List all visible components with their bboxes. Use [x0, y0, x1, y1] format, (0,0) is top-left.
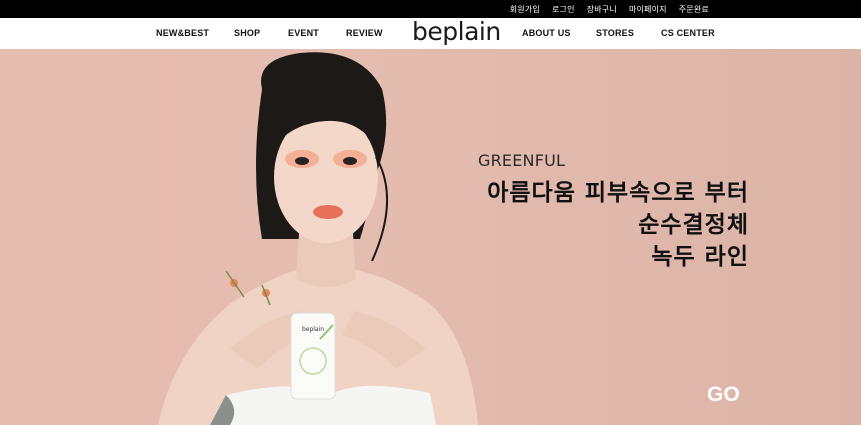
headline-line-3: 녹두 라인 [651, 244, 749, 270]
signup-link[interactable]: 회원가입 [510, 4, 540, 15]
hero-headline: 아름다움 피부속으로 부터 순수결정체 녹두 라인 [429, 177, 749, 273]
product-logo: beplain [302, 326, 324, 333]
hero-banner[interactable]: beplain GREENFUL 아름다움 피부속으로 부터 순수결정체 녹두 … [0, 49, 861, 425]
brand-logo[interactable]: beplain [412, 18, 501, 49]
headline-line-1: 아름다움 피부속으로 부터 [487, 180, 749, 206]
nav-about-us[interactable]: ABOUT US [522, 18, 571, 49]
nav-event[interactable]: EVENT [288, 18, 319, 49]
utility-links: 회원가입 로그인 장바구니 마이페이지 주문완료 [510, 0, 709, 18]
nav-review[interactable]: REVIEW [346, 18, 383, 49]
cart-link[interactable]: 장바구니 [587, 4, 617, 15]
order-complete-link[interactable]: 주문완료 [679, 4, 709, 15]
nav-cs-center[interactable]: CS CENTER [661, 18, 715, 49]
go-button[interactable]: GO [707, 383, 740, 407]
nav-new-best[interactable]: NEW&BEST [156, 18, 209, 49]
top-utility-bar: 회원가입 로그인 장바구니 마이페이지 주문완료 [0, 0, 861, 18]
headline-line-2: 순수결정체 [638, 212, 749, 238]
nav-shop[interactable]: SHOP [234, 18, 260, 49]
hero-subtitle: GREENFUL [478, 151, 566, 170]
mypage-link[interactable]: 마이페이지 [629, 4, 667, 15]
nav-stores[interactable]: STORES [596, 18, 634, 49]
login-link[interactable]: 로그인 [552, 4, 575, 15]
main-nav: NEW&BEST SHOP EVENT REVIEW beplain ABOUT… [0, 18, 861, 49]
